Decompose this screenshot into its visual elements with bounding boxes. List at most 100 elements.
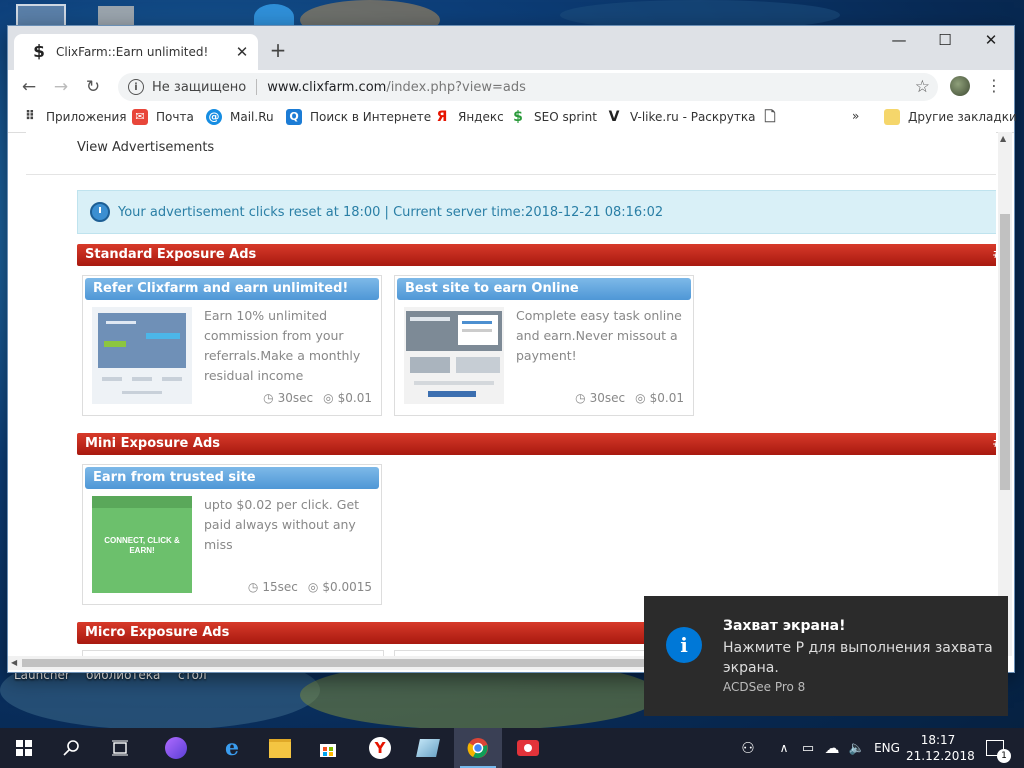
notice-text: Your advertisement clicks reset at 18:00… bbox=[118, 204, 664, 220]
divider bbox=[26, 174, 996, 175]
dollar-favicon-icon: $ bbox=[33, 42, 45, 62]
scrollbar-thumb[interactable] bbox=[1000, 214, 1010, 490]
clock[interactable]: 18:17 21.12.2018 bbox=[906, 732, 975, 764]
bookmark-label: Приложения bbox=[46, 110, 127, 124]
taskbar-edge[interactable]: e bbox=[208, 728, 256, 768]
bookmark-label: Яндекс bbox=[458, 110, 504, 124]
address-bar[interactable]: i Не защищено www.clixfarm.com/index.php… bbox=[118, 73, 938, 101]
chrome-icon bbox=[467, 738, 488, 759]
info-icon: i bbox=[666, 627, 702, 663]
reload-button[interactable]: ↻ bbox=[80, 74, 106, 100]
ad-price: $0.01 bbox=[337, 391, 372, 405]
toast-title: Захват экрана! bbox=[723, 618, 846, 634]
windows-icon bbox=[16, 740, 32, 756]
coin-icon: ◎ bbox=[323, 391, 334, 405]
people-icon[interactable]: ⚇ bbox=[736, 728, 760, 768]
section-title: Mini Exposure Ads bbox=[85, 436, 220, 451]
ad-description: Earn 10% unlimited commission from your … bbox=[204, 308, 361, 383]
omnibox-separator bbox=[256, 79, 258, 95]
notification-icon: 1 bbox=[986, 740, 1011, 763]
scrollbar-thumb[interactable] bbox=[22, 659, 652, 667]
bookmark-yandex[interactable]: Я Яндекс bbox=[434, 109, 504, 125]
bookmarks-overflow-button[interactable]: » bbox=[852, 109, 859, 123]
network-icon[interactable]: ▭ bbox=[798, 728, 818, 768]
bookmark-mailru[interactable]: @ Mail.Ru bbox=[206, 109, 274, 125]
apps-icon: ⠿ bbox=[24, 109, 36, 124]
bookmark-vlike[interactable]: V V-like.ru - Раскрутка bbox=[606, 109, 756, 125]
ad-card[interactable]: Best site to earn Online Complete easy t… bbox=[394, 275, 694, 416]
profile-avatar[interactable] bbox=[950, 76, 970, 96]
bookmark-apps[interactable]: ⠿ Приложения bbox=[22, 109, 127, 125]
taskbar-explorer[interactable] bbox=[256, 728, 304, 768]
bookmark-search[interactable]: Q Поиск в Интернете bbox=[286, 109, 431, 125]
security-status: Не защищено bbox=[152, 79, 247, 95]
taskbar-notes[interactable] bbox=[404, 728, 452, 768]
toast-body: Нажмите P для выполнения захвата экрана. bbox=[723, 640, 993, 676]
language-indicator[interactable]: ENG bbox=[872, 728, 902, 768]
bookmark-mail[interactable]: ✉ Почта bbox=[132, 109, 194, 125]
ad-title[interactable]: Refer Clixfarm and earn unlimited! bbox=[85, 278, 379, 300]
mail-icon: ✉ bbox=[132, 109, 148, 125]
action-center-button[interactable]: 1 bbox=[980, 728, 1011, 768]
ad-title[interactable]: Earn from trusted site bbox=[85, 467, 379, 489]
start-button[interactable] bbox=[0, 728, 48, 768]
chevron-up-icon[interactable]: ∧ bbox=[774, 728, 794, 768]
clock-icon: ◷ bbox=[247, 580, 259, 594]
tab-close-icon[interactable]: ✕ bbox=[234, 43, 250, 61]
volume-icon[interactable]: 🔈 bbox=[846, 728, 868, 768]
forward-button[interactable]: → bbox=[48, 74, 74, 100]
new-tab-button[interactable]: + bbox=[266, 38, 290, 62]
camera-icon bbox=[517, 740, 539, 756]
section-title: Micro Exposure Ads bbox=[85, 625, 230, 640]
notification-count: 1 bbox=[997, 749, 1011, 763]
ad-title[interactable]: Best site to earn Online bbox=[397, 278, 691, 300]
chevron-right-icon: » bbox=[852, 109, 860, 123]
clock-icon bbox=[90, 202, 110, 222]
edge-icon: e bbox=[225, 735, 239, 761]
bookmark-other[interactable]: Другие закладки bbox=[884, 109, 1017, 125]
scroll-up-icon[interactable]: ▲ bbox=[1000, 134, 1006, 143]
taskbar-yandex[interactable]: Y bbox=[356, 728, 404, 768]
section-hash: # bbox=[992, 433, 996, 455]
ad-card[interactable]: Refer Clixfarm and earn unlimited! Earn … bbox=[82, 275, 382, 416]
coin-icon: ◎ bbox=[635, 391, 646, 405]
vertical-scrollbar[interactable]: ▲ bbox=[998, 132, 1012, 656]
clock-icon: ◷ bbox=[575, 391, 586, 405]
ad-time: 30sec bbox=[589, 391, 626, 405]
ad-card[interactable]: Earn from trusted site CONNECT, CLICK & … bbox=[82, 464, 382, 605]
bookmark-seosprint[interactable]: $ SEO sprint bbox=[510, 109, 597, 125]
taskbar-chrome[interactable] bbox=[454, 728, 502, 768]
tab-title: ClixFarm::Earn unlimited! bbox=[56, 45, 209, 59]
bookmark-blank[interactable]: 🗋 bbox=[762, 109, 786, 125]
cloud-icon[interactable]: ☁ bbox=[820, 728, 844, 768]
taskbar: e Y ⚇ ∧ ▭ ☁ 🔈 ENG 18:17 21.12.2018 1 bbox=[0, 728, 1024, 768]
scroll-left-icon[interactable]: ◀ bbox=[11, 658, 17, 667]
browser-menu-icon[interactable]: ⋮ bbox=[986, 76, 1002, 95]
task-view-button[interactable] bbox=[96, 728, 144, 768]
page-title: View Advertisements bbox=[77, 140, 215, 155]
alice-icon bbox=[165, 737, 187, 759]
info-icon[interactable]: i bbox=[128, 79, 144, 95]
notification-toast[interactable]: i Захват экрана! Нажмите P для выполнени… bbox=[644, 596, 1008, 716]
maximize-button[interactable]: ☐ bbox=[922, 26, 968, 56]
browser-tab[interactable]: $ ClixFarm::Earn unlimited! ✕ bbox=[14, 34, 258, 70]
back-button[interactable]: ← bbox=[16, 74, 42, 100]
taskbar-app[interactable] bbox=[152, 728, 200, 768]
close-window-button[interactable]: ✕ bbox=[968, 26, 1014, 56]
clock-time: 18:17 bbox=[920, 733, 956, 747]
bookmark-star-icon[interactable]: ☆ bbox=[915, 77, 930, 97]
bookmark-label: V-like.ru - Раскрутка bbox=[630, 110, 756, 124]
task-view-icon bbox=[112, 740, 128, 756]
minimize-button[interactable]: — bbox=[876, 26, 922, 56]
vlike-icon: V bbox=[608, 109, 620, 125]
folder-icon bbox=[269, 738, 291, 758]
taskbar-capture[interactable] bbox=[504, 728, 552, 768]
clock-date: 21.12.2018 bbox=[906, 749, 975, 763]
page-viewport: View Advertisements Your advertisement c… bbox=[26, 132, 996, 656]
search-button[interactable] bbox=[48, 728, 96, 768]
section-header-mini: Mini Exposure Ads # bbox=[77, 433, 996, 455]
section-title: Standard Exposure Ads bbox=[85, 247, 257, 262]
taskbar-store[interactable] bbox=[304, 728, 352, 768]
thumb-text: CONNECT, CLICK & EARN! bbox=[104, 536, 180, 555]
section-header-standard: Standard Exposure Ads # bbox=[77, 244, 996, 266]
